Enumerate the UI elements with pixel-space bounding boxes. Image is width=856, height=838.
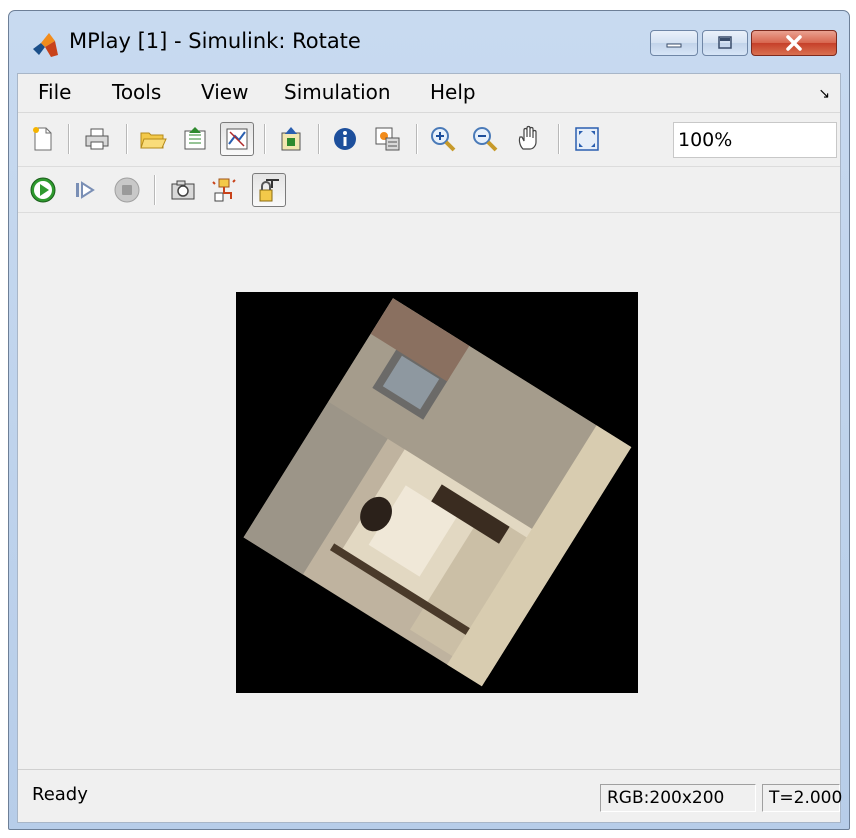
toolbar-playback: [18, 168, 840, 213]
export-icon: [184, 127, 206, 150]
info-icon: [334, 128, 356, 150]
play-icon: [30, 177, 56, 203]
video-format-field: RGB:200x200: [600, 784, 756, 812]
minimize-icon: [651, 31, 697, 55]
fit-to-view-button[interactable]: [570, 122, 604, 156]
title-bar[interactable]: MPlay [1] - Simulink: Rotate: [9, 11, 849, 73]
highlight-signal-icon: [212, 178, 236, 202]
zoom-in-icon: [431, 127, 456, 152]
highlight-signal-button[interactable]: [208, 173, 242, 207]
menu-bar: File Tools View Simulation Help ↘: [18, 74, 840, 113]
toolbar-main: 100%: [18, 114, 840, 167]
zoom-out-icon: [473, 127, 498, 152]
persistent-lock-button[interactable]: [252, 173, 286, 207]
snapshot-button[interactable]: [166, 173, 200, 207]
minimize-button[interactable]: [650, 30, 698, 56]
maximize-icon: [703, 31, 747, 55]
zoom-in-button[interactable]: [426, 122, 460, 156]
menu-view[interactable]: View: [201, 80, 248, 104]
connect-to-simulink-button[interactable]: [220, 122, 254, 156]
step-forward-button[interactable]: [68, 173, 102, 207]
status-bar: Ready RGB:200x200 T=2.000: [18, 769, 842, 822]
menu-tools[interactable]: Tools: [112, 80, 161, 104]
print-button[interactable]: [80, 122, 114, 156]
stop-button[interactable]: [110, 173, 144, 207]
menu-file[interactable]: File: [38, 80, 71, 104]
close-button[interactable]: [751, 30, 837, 56]
snapshot-icon: [171, 180, 195, 200]
video-frame-image: [236, 292, 638, 693]
step-forward-icon: [76, 181, 95, 199]
pan-hand-icon: [518, 125, 537, 150]
close-icon: [752, 31, 836, 55]
play-button[interactable]: [26, 173, 60, 207]
video-info-button[interactable]: [370, 122, 404, 156]
export-button[interactable]: [178, 122, 212, 156]
open-file-icon: [140, 132, 167, 149]
mplay-window: MPlay [1] - Simulink: Rotate File Tools …: [8, 10, 850, 830]
video-display-area: [18, 214, 840, 770]
status-text: Ready: [32, 784, 88, 805]
highlight-block-icon: [281, 127, 301, 151]
new-button[interactable]: [26, 122, 60, 156]
menu-collapse-arrow-icon[interactable]: ↘: [818, 86, 830, 102]
print-icon: [85, 128, 109, 150]
menu-help[interactable]: Help: [430, 80, 476, 104]
zoom-level-field[interactable]: 100%: [673, 122, 837, 158]
sim-time-field: T=2.000: [762, 784, 842, 812]
video-frame[interactable]: [236, 292, 638, 693]
fit-to-view-icon: [575, 127, 599, 151]
open-file-button[interactable]: [136, 122, 170, 156]
info-button[interactable]: [328, 122, 362, 156]
persistent-lock-icon: [259, 179, 279, 202]
maximize-button[interactable]: [702, 30, 748, 56]
new-icon: [33, 127, 52, 151]
client-area: File Tools View Simulation Help ↘ 100% R…: [17, 73, 842, 823]
pan-button[interactable]: [512, 122, 546, 156]
menu-simulation[interactable]: Simulation: [284, 80, 391, 104]
video-info-icon: [375, 127, 400, 151]
connect-to-simulink-icon: [226, 128, 248, 150]
matlab-logo-icon: [33, 33, 58, 57]
window-title: MPlay [1] - Simulink: Rotate: [69, 29, 361, 53]
highlight-block-button[interactable]: [274, 122, 308, 156]
zoom-out-button[interactable]: [468, 122, 502, 156]
stop-icon: [114, 177, 140, 203]
